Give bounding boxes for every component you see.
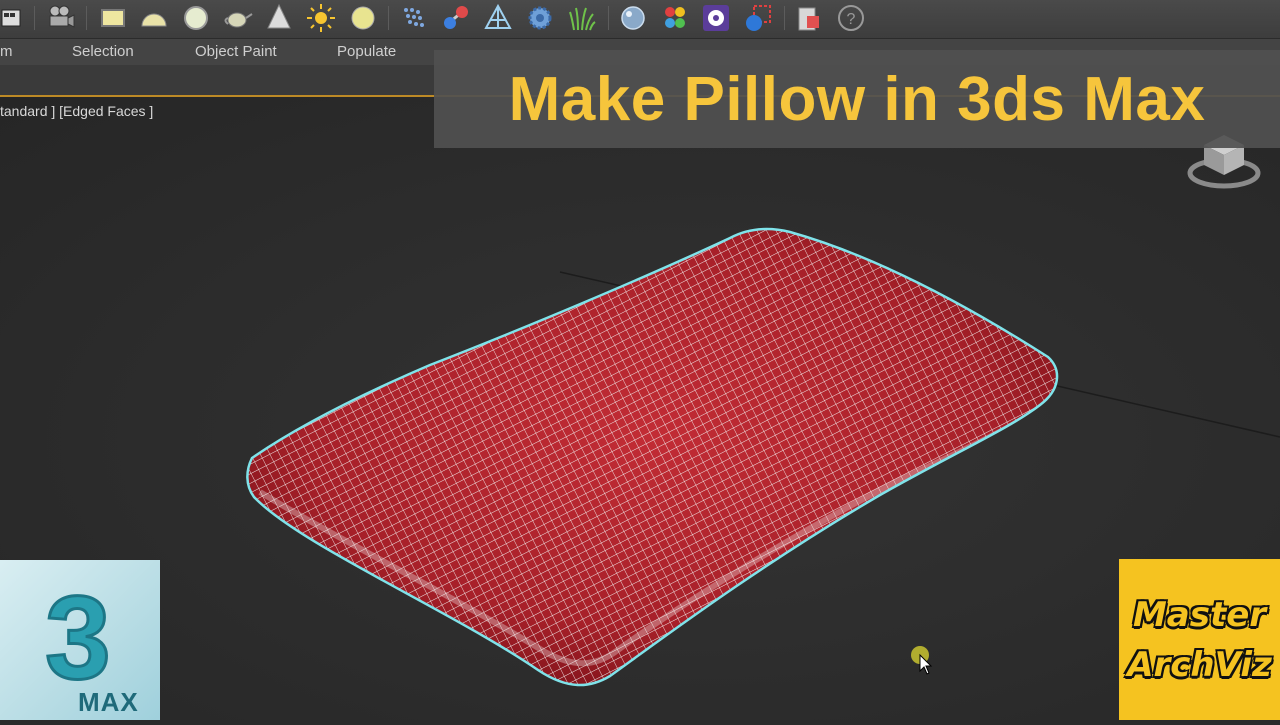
3ds-max-logo: 3 MAX — [0, 560, 160, 720]
svg-text:?: ? — [847, 11, 856, 28]
toolbar-separator — [388, 6, 389, 30]
pillow-body — [247, 229, 1058, 686]
sphere-icon[interactable] — [180, 2, 212, 34]
color-palette-icon[interactable] — [659, 2, 691, 34]
material-sphere-icon[interactable] — [617, 2, 649, 34]
archviz-line-1: Master — [1132, 595, 1267, 635]
tab-selection[interactable]: Selection — [72, 43, 134, 60]
clipboard-icon[interactable] — [793, 2, 825, 34]
sun-icon[interactable] — [305, 2, 337, 34]
toolbar-separator — [86, 6, 87, 30]
master-archviz-logo: Master ArchViz — [1119, 559, 1280, 720]
archviz-line-2: ArchViz — [1127, 645, 1272, 685]
molecule-icon[interactable] — [440, 2, 472, 34]
logo-number: 3 — [45, 572, 111, 704]
grass-icon[interactable] — [566, 2, 598, 34]
bones-icon[interactable] — [482, 2, 514, 34]
title-banner: Make Pillow in 3ds Max — [434, 50, 1280, 148]
toolbar-separator — [608, 6, 609, 30]
cone-icon[interactable] — [263, 2, 295, 34]
toolbar-separator — [784, 6, 785, 30]
tab-populate[interactable]: Populate — [337, 43, 396, 60]
light-icon[interactable] — [347, 2, 379, 34]
main-toolbar: ? — [0, 0, 1280, 39]
render-setup-icon[interactable] — [0, 2, 32, 34]
tab-modeling[interactable]: m — [0, 43, 13, 60]
video-title: Make Pillow in 3ds Max — [508, 64, 1206, 134]
teapot-icon[interactable] — [222, 2, 254, 34]
mouse-cursor-icon — [911, 646, 933, 675]
tab-object-paint[interactable]: Object Paint — [195, 43, 277, 60]
toolbar-separator — [34, 6, 35, 30]
render-frame-icon[interactable] — [742, 2, 774, 34]
paint-icon[interactable] — [700, 2, 732, 34]
hemisphere-icon[interactable] — [138, 2, 170, 34]
gear-icon[interactable] — [524, 2, 556, 34]
perspective-viewport[interactable]: tandard ] [Edged Faces ] — [0, 97, 1280, 720]
pillow-mesh[interactable] — [0, 97, 1280, 720]
camera-icon[interactable] — [44, 2, 76, 34]
particles-icon[interactable] — [398, 2, 430, 34]
logo-max-text: MAX — [78, 687, 139, 717]
help-icon[interactable]: ? — [835, 2, 867, 34]
plane-icon[interactable] — [96, 2, 128, 34]
